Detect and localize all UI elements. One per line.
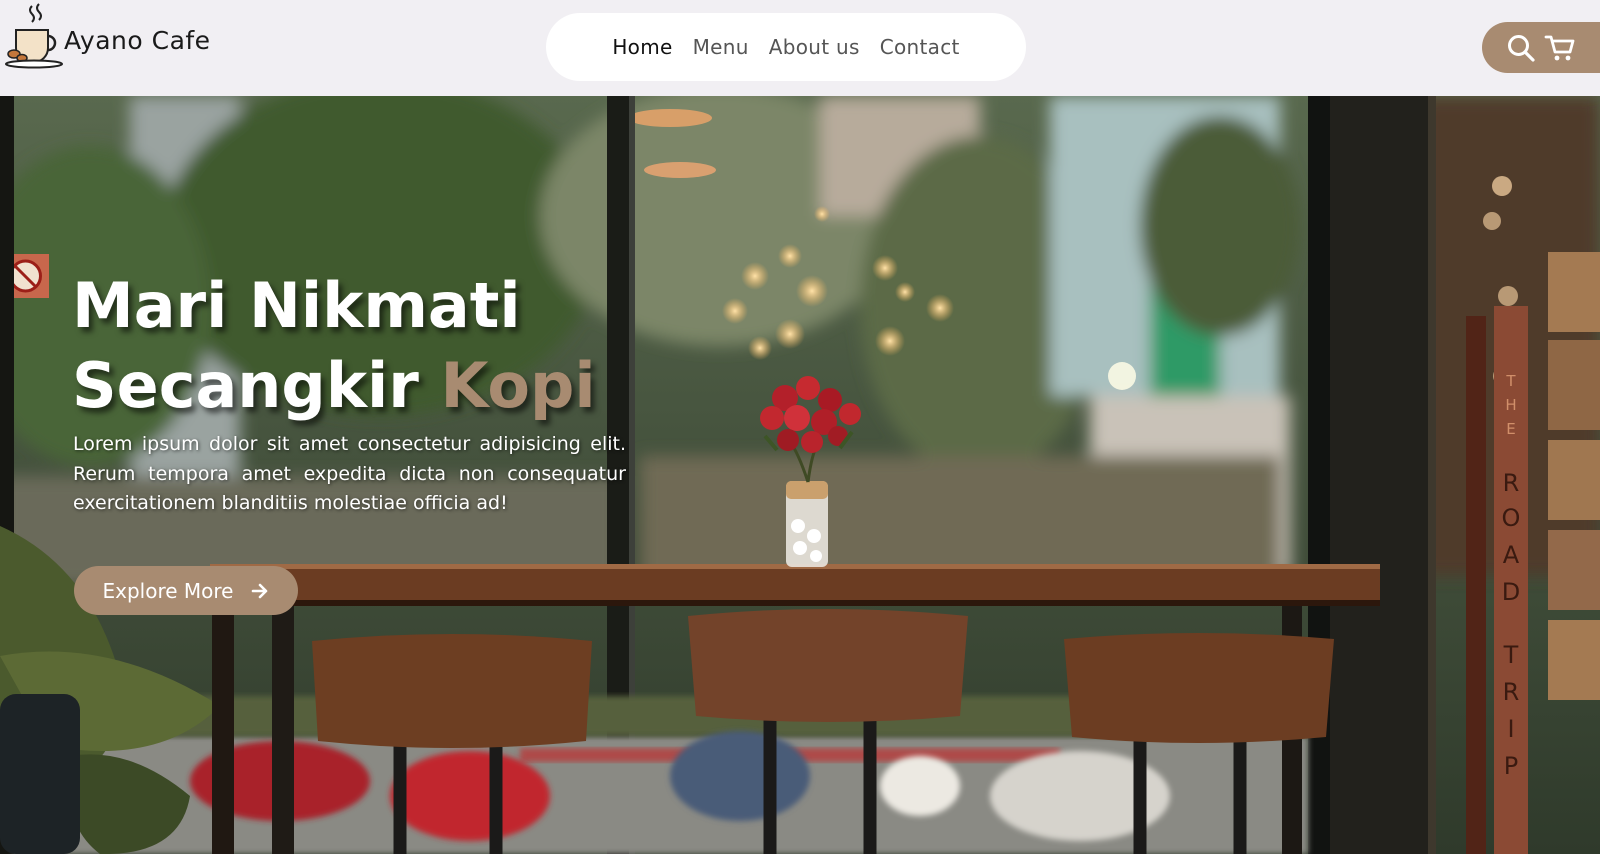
svg-text:H: H bbox=[1505, 396, 1516, 414]
hero-title-line1: Mari Nikmati bbox=[72, 269, 521, 342]
svg-text:T: T bbox=[1503, 641, 1519, 669]
arrow-right-icon bbox=[251, 583, 267, 598]
svg-text:P: P bbox=[1504, 752, 1518, 780]
explore-more-label: Explore More bbox=[102, 578, 234, 603]
nav-contact[interactable]: Contact bbox=[880, 35, 960, 59]
svg-text:R: R bbox=[1503, 469, 1520, 497]
svg-text:A: A bbox=[1503, 541, 1520, 569]
hero-title-accent: Kopi bbox=[440, 349, 596, 422]
hero-title-line2: Secangkir bbox=[72, 349, 419, 422]
coffee-cup-icon[interactable] bbox=[2, 2, 68, 72]
explore-more-button[interactable]: Explore More bbox=[74, 566, 298, 615]
search-icon[interactable] bbox=[1506, 33, 1536, 63]
svg-text:R: R bbox=[1503, 678, 1520, 706]
svg-text:D: D bbox=[1502, 578, 1520, 606]
site-header: Ayano Cafe Home Menu About us Contact bbox=[0, 0, 1600, 96]
nav-home[interactable]: Home bbox=[612, 35, 672, 59]
nav-menu[interactable]: Menu bbox=[693, 35, 749, 59]
hero-description: Lorem ipsum dolor sit amet consectetur a… bbox=[73, 433, 626, 514]
header-icon-group bbox=[1482, 22, 1600, 73]
svg-text:I: I bbox=[1507, 715, 1514, 743]
hero-title: Mari Nikmati Secangkir Kopi bbox=[72, 266, 596, 426]
svg-text:T: T bbox=[1505, 372, 1516, 390]
hero-section: T H E R O A D T R I P Mari Nikmati Secan… bbox=[0, 96, 1600, 854]
nav-about[interactable]: About us bbox=[769, 35, 860, 59]
svg-text:O: O bbox=[1502, 504, 1521, 532]
brand-name[interactable]: Ayano Cafe bbox=[64, 26, 211, 55]
main-nav: Home Menu About us Contact bbox=[546, 13, 1026, 81]
cart-icon[interactable] bbox=[1544, 33, 1576, 63]
svg-text:E: E bbox=[1506, 420, 1515, 438]
